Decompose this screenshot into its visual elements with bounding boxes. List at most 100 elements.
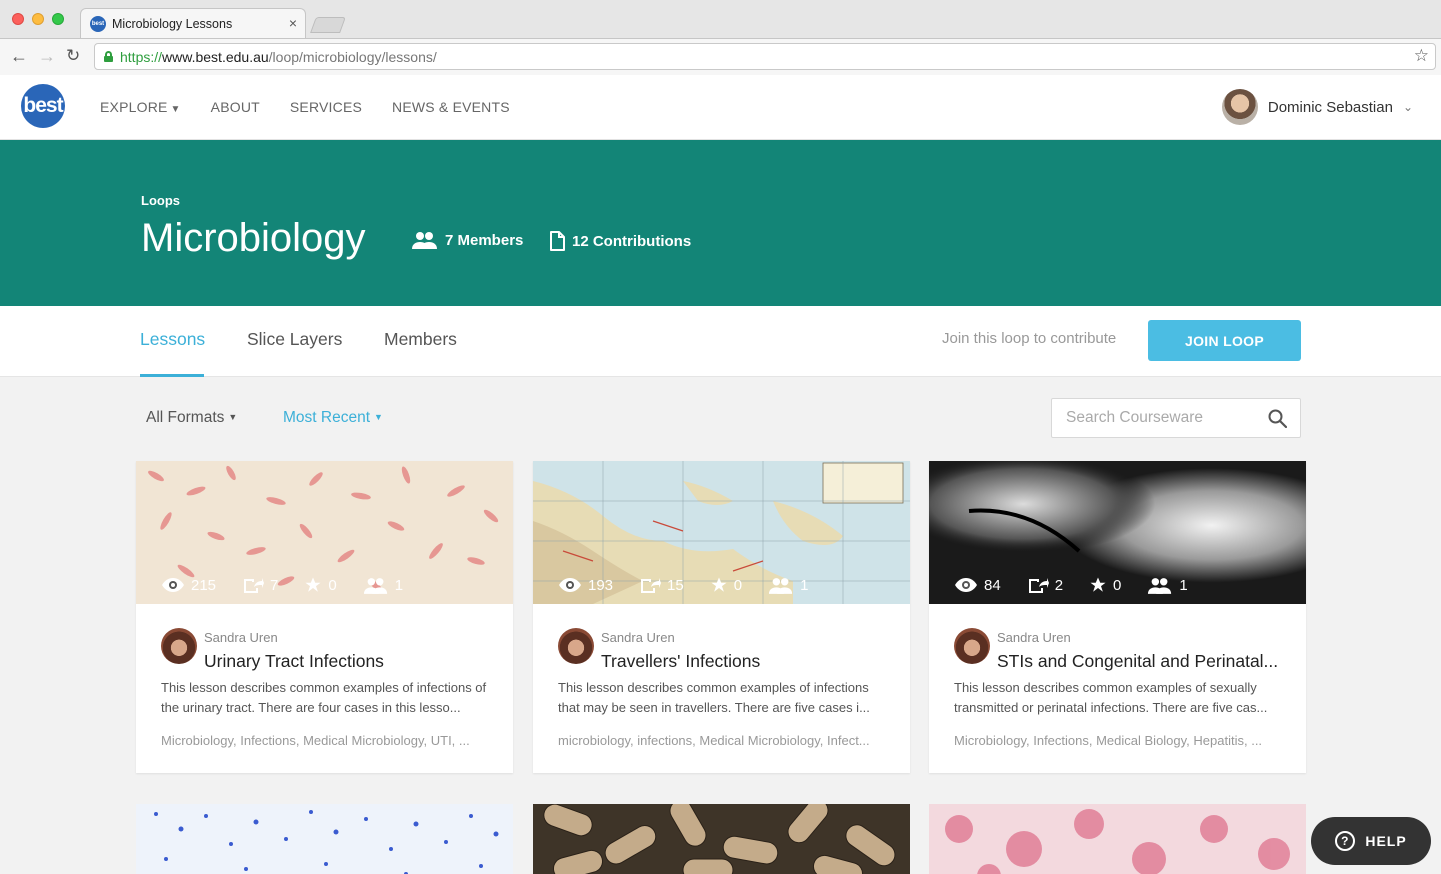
back-arrow-icon[interactable]: ← — [10, 46, 28, 66]
lesson-description: This lesson describes common examples of… — [954, 680, 1268, 715]
active-tab-indicator — [140, 374, 204, 377]
forward-arrow-icon[interactable]: → — [38, 46, 56, 66]
share-icon — [1028, 578, 1049, 593]
loop-hero: Loops Microbiology 7 Members 12 Contribu… — [0, 140, 1441, 306]
lesson-tags: Microbiology, Infections, Medical Microb… — [161, 733, 470, 748]
star-icon — [1090, 577, 1106, 592]
lesson-tags: microbiology, infections, Medical Microb… — [558, 733, 870, 748]
browser-chrome: best Microbiology Lessons × ← → ↻ https:… — [0, 0, 1441, 75]
lesson-title[interactable]: Urinary Tract Infections — [204, 651, 384, 672]
stars-count: 0 — [1089, 576, 1121, 594]
nav-services[interactable]: SERVICES — [290, 99, 362, 115]
chevron-down-icon: ▼ — [170, 104, 181, 115]
lesson-title[interactable]: Travellers' Infections — [601, 651, 760, 672]
lesson-thumbnail[interactable]: 193 15 0 1 — [533, 461, 910, 604]
reload-icon[interactable]: ↻ — [66, 46, 80, 66]
author-name: Sandra Uren — [601, 630, 675, 645]
people-icon — [768, 577, 793, 594]
favicon-icon: best — [90, 16, 106, 32]
sort-dropdown[interactable]: Most Recent ▼ — [283, 409, 383, 427]
new-tab-button[interactable] — [310, 17, 346, 33]
people-icon — [412, 232, 437, 249]
loop-subnav: Lessons Slice Layers Members Join this l… — [0, 306, 1441, 377]
shares-count: 2 — [1027, 576, 1063, 594]
star-icon — [711, 577, 727, 592]
eye-icon — [955, 578, 977, 592]
eye-icon — [162, 578, 184, 592]
join-hint: Join this loop to contribute — [942, 330, 1117, 347]
caret-down-icon: ▼ — [228, 412, 238, 422]
lesson-card[interactable]: 193 15 0 1 Sandra Uren Travellers' Infec… — [533, 461, 910, 773]
breadcrumb[interactable]: Loops — [141, 193, 180, 208]
main-nav: EXPLORE ▼ ABOUT SERVICES NEWS & EVENTS — [100, 99, 540, 115]
address-bar[interactable]: https://www.best.edu.au/loop/microbiolog… — [94, 43, 1436, 70]
lock-icon — [104, 51, 113, 62]
search-input[interactable] — [1052, 399, 1262, 437]
author-name: Sandra Uren — [204, 630, 278, 645]
lesson-card-partial[interactable] — [136, 804, 513, 874]
shares-count: 15 — [639, 576, 684, 594]
tab-bar: best Microbiology Lessons × — [0, 0, 1441, 38]
views-count: 84 — [954, 576, 1001, 594]
nav-news-events[interactable]: NEWS & EVENTS — [392, 99, 510, 115]
card-stats: 193 15 0 1 — [533, 576, 910, 594]
tab-close-icon[interactable]: × — [289, 15, 297, 31]
members-count: 7 Members — [411, 231, 523, 249]
search-icon[interactable] — [1268, 409, 1287, 428]
join-loop-button[interactable]: JOIN LOOP — [1148, 320, 1301, 361]
browser-tab[interactable]: best Microbiology Lessons × — [80, 8, 306, 38]
lesson-tags: Microbiology, Infections, Medical Biolog… — [954, 733, 1263, 748]
chevron-down-icon: ⌄ — [1402, 100, 1413, 114]
url-text[interactable]: https://www.best.edu.au/loop/microbiolog… — [120, 49, 437, 65]
views-count: 215 — [161, 576, 216, 594]
star-icon — [305, 577, 321, 592]
maximize-window-button[interactable] — [52, 13, 64, 25]
bookmark-star-icon[interactable]: ☆ — [1414, 46, 1429, 66]
lesson-title[interactable]: STIs and Congenital and Perinatal... — [997, 651, 1278, 672]
close-window-button[interactable] — [12, 13, 24, 25]
share-icon — [641, 578, 662, 593]
pink-cells-image — [929, 804, 1306, 874]
author-avatar — [558, 628, 594, 664]
card-stats: 84 2 0 1 — [929, 576, 1306, 594]
lesson-card-partial[interactable] — [533, 804, 910, 874]
lesson-thumbnail[interactable]: 84 2 0 1 — [929, 461, 1306, 604]
lesson-card[interactable]: 215 7 0 1 Sandra Uren Urinary Tract Infe… — [136, 461, 513, 773]
lesson-thumbnail[interactable]: 215 7 0 1 — [136, 461, 513, 604]
card-stats: 215 7 0 1 — [136, 576, 513, 594]
author-name: Sandra Uren — [997, 630, 1071, 645]
courseware-search — [1051, 398, 1301, 438]
minimize-window-button[interactable] — [32, 13, 44, 25]
author-avatar — [161, 628, 197, 664]
page-title: Microbiology — [141, 216, 366, 260]
members-count: 1 — [1147, 576, 1188, 594]
share-icon — [244, 578, 265, 593]
lesson-card[interactable]: 84 2 0 1 Sandra Uren STIs and Congenital… — [929, 461, 1306, 773]
shares-count: 7 — [242, 576, 278, 594]
tab-lessons[interactable]: Lessons — [140, 329, 205, 350]
lesson-description: This lesson describes common examples of… — [161, 680, 487, 715]
user-name: Dominic Sebastian — [1267, 98, 1393, 116]
stars-count: 0 — [304, 576, 337, 594]
people-icon — [1148, 577, 1172, 594]
people-icon — [363, 577, 387, 594]
tab-slice-layers[interactable]: Slice Layers — [247, 329, 342, 350]
blue-cocci-image — [136, 804, 513, 874]
author-avatar — [954, 628, 990, 664]
document-icon — [550, 231, 565, 251]
eye-icon — [559, 578, 581, 592]
lesson-card-partial[interactable] — [929, 804, 1306, 874]
nav-about[interactable]: ABOUT — [211, 99, 260, 115]
best-logo[interactable]: best — [21, 84, 65, 128]
tab-members[interactable]: Members — [384, 329, 457, 350]
formats-dropdown[interactable]: All Formats ▼ — [146, 409, 237, 427]
stars-count: 0 — [710, 576, 742, 594]
user-avatar — [1221, 89, 1258, 125]
site-header: best EXPLORE ▼ ABOUT SERVICES NEWS & EVEN… — [0, 75, 1441, 140]
members-count: 1 — [768, 576, 808, 594]
browser-toolbar: ← → ↻ https://www.best.edu.au/loop/micro… — [0, 38, 1441, 75]
user-menu[interactable]: Dominic Sebastian ⌄ — [1221, 89, 1413, 125]
lesson-description: This lesson describes common examples of… — [558, 680, 870, 715]
nav-explore[interactable]: EXPLORE ▼ — [100, 99, 181, 115]
help-button[interactable]: ? HELP — [1311, 817, 1431, 865]
